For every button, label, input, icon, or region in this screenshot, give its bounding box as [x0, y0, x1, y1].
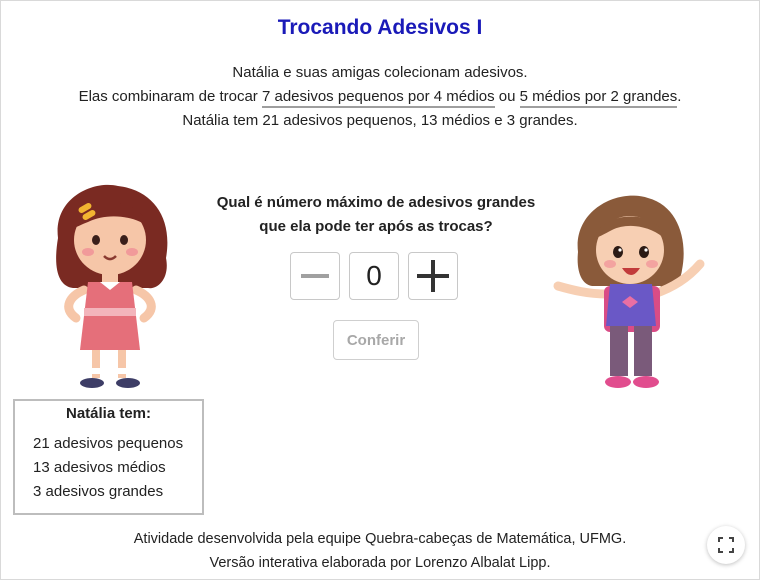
question-text: Qual é número máximo de adesivos grandes…: [216, 194, 536, 235]
girl-illustration-left: [56, 184, 168, 388]
credits-footer: Atividade desenvolvida pela equipe Quebr…: [133, 531, 627, 571]
trade-rule-1: 7 adesivos pequenos por 4 médios: [261, 88, 495, 108]
minus-icon: [301, 274, 329, 278]
problem-statement: Natália e suas amigas colecionam adesivo…: [0, 61, 760, 133]
girl-illustration-right: [553, 195, 705, 388]
list-item: 21 adesivos pequenos: [33, 435, 184, 452]
plus-icon: [417, 260, 449, 292]
list-item: 13 adesivos médios: [33, 459, 166, 476]
fullscreen-button[interactable]: [707, 526, 745, 564]
answer-stepper: 0: [290, 252, 458, 300]
check-answer-button[interactable]: Conferir: [333, 320, 419, 360]
intro-line-2: Elas combinaram de trocar 7 adesivos peq…: [0, 85, 760, 109]
intro-line-1: Natália e suas amigas colecionam adesivo…: [232, 64, 528, 81]
sticker-inventory-box: Natália tem: 21 adesivos pequenos 13 ade…: [13, 399, 204, 515]
answer-value-field[interactable]: 0: [349, 252, 399, 300]
increment-button[interactable]: [408, 252, 458, 300]
trade-rule-2: 5 médios por 2 grandes: [519, 88, 678, 108]
inventory-title: Natália tem:: [65, 405, 152, 422]
page-title: Trocando Adesivos I: [277, 16, 483, 39]
list-item: 3 adesivos grandes: [33, 483, 164, 500]
decrement-button[interactable]: [290, 252, 340, 300]
inventory-list: 21 adesivos pequenos 13 adesivos médios …: [33, 432, 202, 504]
intro-line-3: Natália tem 21 adesivos pequenos, 13 méd…: [182, 112, 578, 129]
fullscreen-icon: [718, 537, 734, 553]
